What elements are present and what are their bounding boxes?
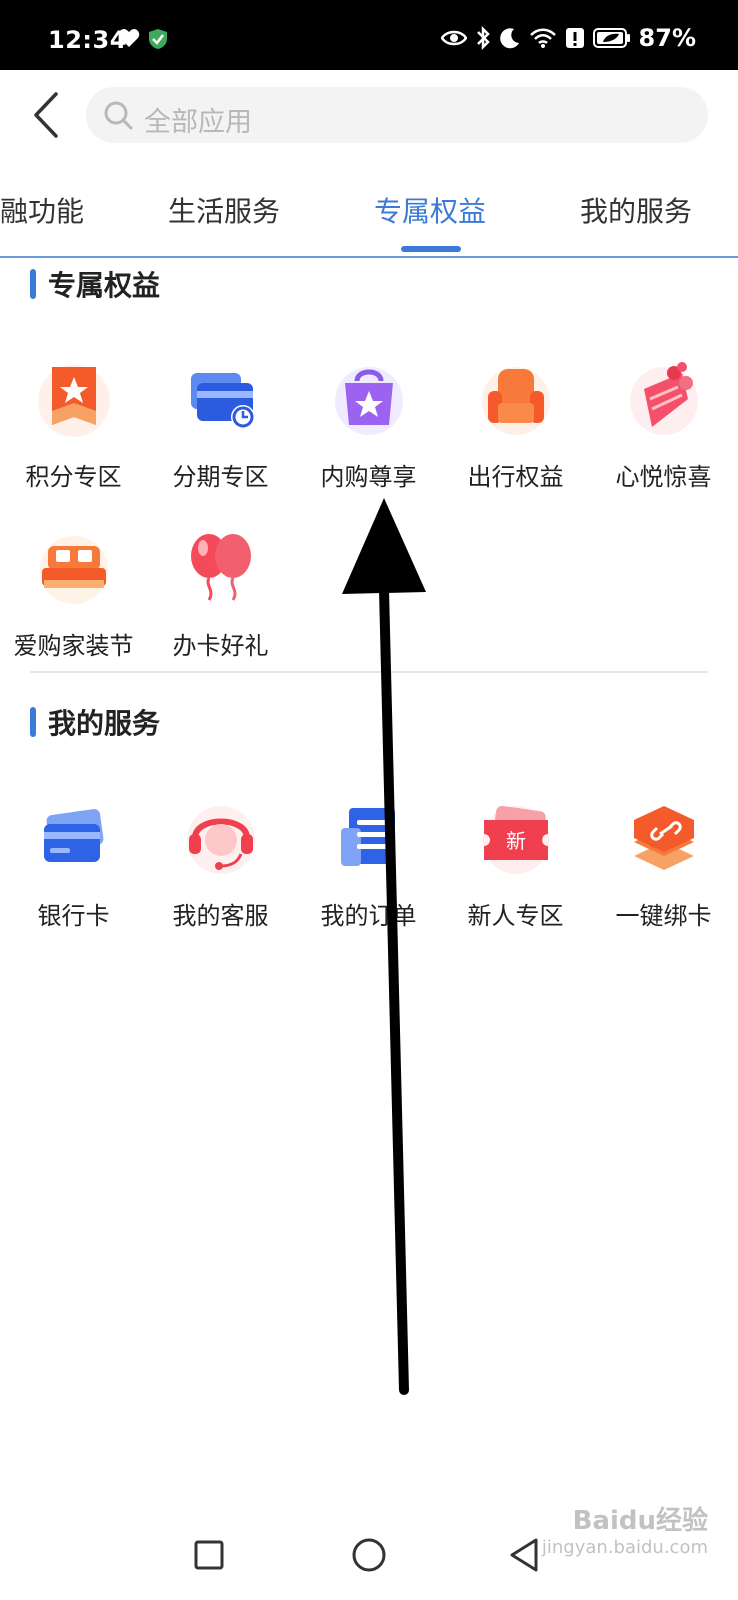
grid-item-installment[interactable]: 分期专区 bbox=[147, 359, 294, 492]
grid-item-label: 我的客服 bbox=[172, 902, 269, 930]
grid-item-home-decor[interactable]: 爱购家装节 bbox=[0, 528, 147, 661]
grid-item-internal-purchase[interactable]: 内购尊享 bbox=[295, 359, 442, 492]
grid-item-label: 出行权益 bbox=[467, 463, 564, 491]
moon-icon bbox=[499, 28, 519, 49]
watermark: Baidu经验 jingyan.baidu.com bbox=[542, 1506, 708, 1559]
link-card-icon bbox=[633, 806, 694, 870]
seat-icon bbox=[481, 367, 550, 435]
search-input[interactable]: 全部应用 bbox=[86, 87, 708, 143]
watermark-logo: Baidu经验 bbox=[572, 1506, 708, 1536]
grid-item-label: 办卡好礼 bbox=[172, 632, 269, 660]
tab-exclusive-benefits[interactable]: 专属权益 bbox=[374, 190, 486, 230]
chevron-left-icon bbox=[34, 92, 58, 138]
section-title-my-services: 我的服务 bbox=[30, 702, 160, 742]
shield-icon bbox=[149, 29, 167, 49]
grid-item-new-user[interactable]: 新 新人专区 bbox=[442, 798, 589, 931]
grid-item-label: 一键绑卡 bbox=[615, 902, 712, 930]
bouquet-icon bbox=[629, 362, 698, 435]
grid-item-label: 内购尊享 bbox=[320, 463, 417, 491]
grid-item-label: 我的订单 bbox=[320, 902, 417, 930]
order-icon bbox=[340, 808, 395, 866]
section-title-benefits: 专属权益 bbox=[30, 264, 160, 304]
installment-icon bbox=[190, 373, 255, 429]
new-ticket-icon: 新 bbox=[481, 805, 550, 874]
grid-item-surprise[interactable]: 心悦惊喜 bbox=[590, 359, 737, 492]
new-badge-text: 新 bbox=[506, 829, 526, 853]
grid-item-points[interactable]: 积分专区 bbox=[0, 359, 147, 492]
circle-icon bbox=[352, 1538, 386, 1572]
customer-service-icon bbox=[186, 806, 255, 874]
grid-item-card-gift[interactable]: 办卡好礼 bbox=[147, 528, 294, 661]
sofa-icon bbox=[39, 536, 108, 604]
grid-item-label: 心悦惊喜 bbox=[615, 463, 712, 491]
section-accent-bar bbox=[30, 269, 36, 299]
tab-finance[interactable]: 融功能 bbox=[0, 190, 84, 230]
bluetooth-icon bbox=[476, 26, 490, 50]
back-button[interactable] bbox=[24, 90, 70, 140]
recent-apps-button[interactable] bbox=[184, 1530, 234, 1580]
status-bar: 12:34 87% bbox=[0, 0, 738, 70]
grid-item-label: 银行卡 bbox=[37, 902, 110, 930]
search-icon bbox=[104, 101, 133, 130]
heart-icon bbox=[118, 29, 140, 47]
header: 全部应用 bbox=[0, 70, 738, 160]
grid-item-my-orders[interactable]: 我的订单 bbox=[295, 798, 442, 931]
square-icon bbox=[194, 1540, 224, 1570]
grid-item-customer-service[interactable]: 我的客服 bbox=[147, 798, 294, 931]
section-title-text: 我的服务 bbox=[48, 707, 161, 740]
status-time: 12:34 bbox=[48, 26, 127, 54]
search-placeholder: 全部应用 bbox=[144, 107, 252, 138]
grid-item-label: 爱购家装节 bbox=[13, 632, 134, 660]
wifi-icon bbox=[529, 28, 556, 48]
grid-item-bank-card[interactable]: 银行卡 bbox=[0, 798, 147, 931]
grid-item-travel-benefits[interactable]: 出行权益 bbox=[442, 359, 589, 492]
grid-item-bind-card[interactable]: 一键绑卡 bbox=[590, 798, 737, 931]
points-icon bbox=[37, 365, 110, 437]
category-tabs: 融功能 生活服务 专属权益 我的服务 bbox=[0, 172, 738, 258]
eye-icon bbox=[440, 30, 467, 46]
section-title-text: 专属权益 bbox=[48, 269, 161, 302]
watermark-url: jingyan.baidu.com bbox=[541, 1537, 708, 1559]
alert-icon bbox=[565, 28, 584, 48]
section-divider bbox=[30, 671, 708, 673]
section-accent-bar bbox=[30, 707, 36, 737]
grid-item-label: 分期专区 bbox=[172, 463, 269, 491]
bank-card-icon bbox=[43, 809, 103, 862]
battery-percent: 87% bbox=[638, 24, 696, 52]
grid-item-label: 积分专区 bbox=[25, 463, 122, 491]
tab-indicator bbox=[401, 246, 461, 252]
balloon-icon bbox=[190, 534, 251, 601]
tab-life-services[interactable]: 生活服务 bbox=[168, 190, 280, 230]
tab-my-services[interactable]: 我的服务 bbox=[580, 190, 692, 230]
grid-item-label: 新人专区 bbox=[467, 902, 564, 930]
shopping-bag-icon bbox=[334, 367, 403, 435]
battery-icon bbox=[592, 28, 630, 48]
home-button[interactable] bbox=[344, 1530, 394, 1580]
